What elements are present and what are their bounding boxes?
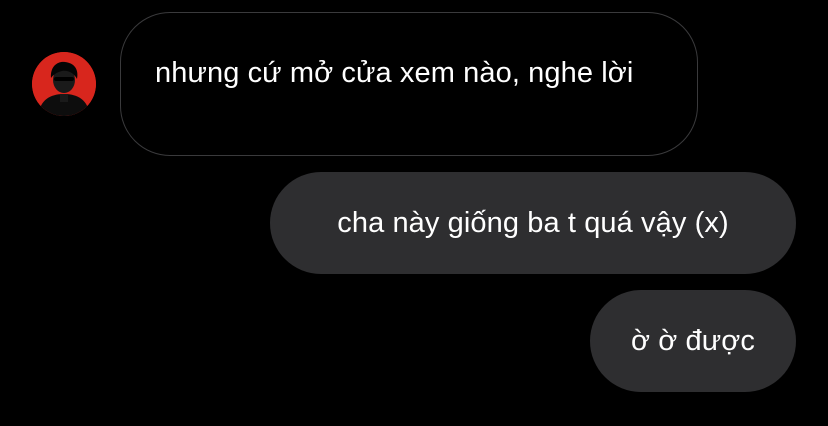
contact-avatar[interactable]: [32, 52, 96, 116]
message-text: cha này giống ba t quá vậy (x): [337, 207, 729, 239]
outgoing-message-bubble[interactable]: cha này giống ba t quá vậy (x): [270, 172, 796, 274]
message-text: nhưng cứ mở cửa xem nào, nghe lời: [155, 57, 634, 89]
user-avatar-icon: [32, 52, 96, 116]
incoming-message-bubble[interactable]: nhưng cứ mở cửa xem nào, nghe lời: [120, 12, 698, 156]
outgoing-message-bubble[interactable]: ờ ờ được: [590, 290, 796, 392]
message-text: ờ ờ được: [630, 325, 755, 357]
